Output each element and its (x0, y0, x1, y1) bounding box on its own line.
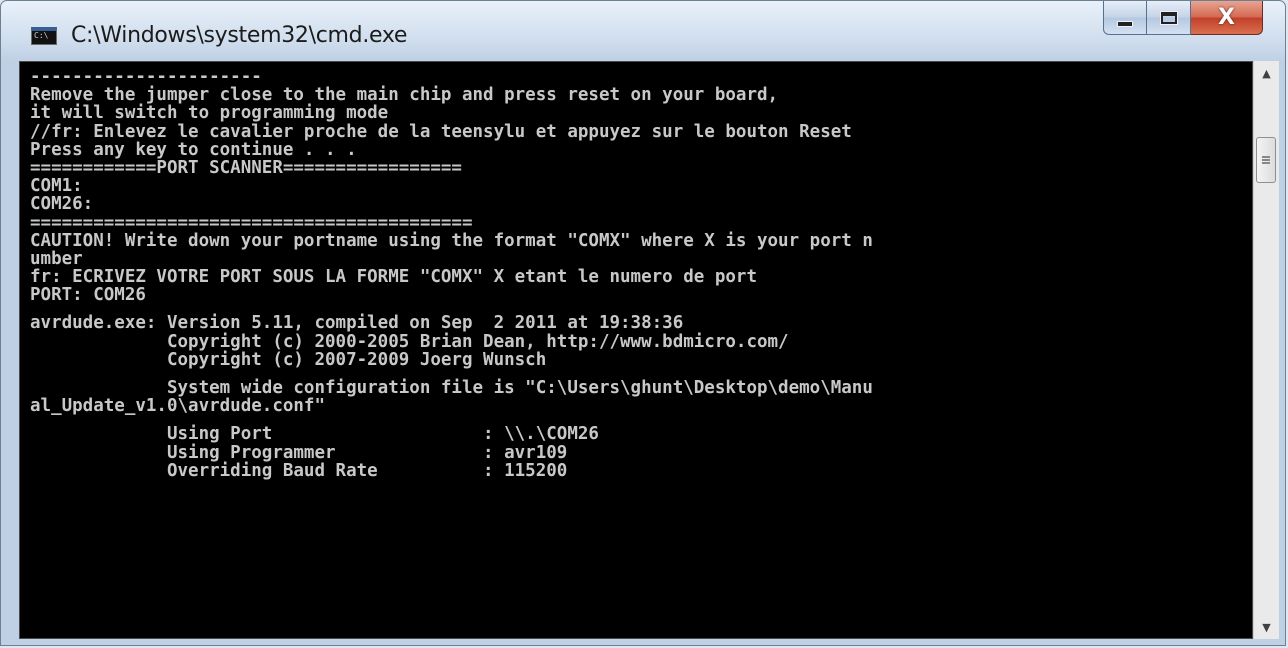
console-line: PORT: COM26 (30, 285, 146, 306)
console-text: ---------------------- Remove the jumper … (30, 68, 873, 480)
vertical-scrollbar[interactable]: ▲ ▼ (1253, 61, 1279, 639)
cmd-icon-caption: C:\ (34, 31, 49, 40)
scroll-down-icon: ▼ (1262, 620, 1271, 634)
console-line: //fr: Enlevez le cavalier proche de la t… (30, 121, 852, 142)
console-line: Remove the jumper close to the main chip… (30, 85, 779, 106)
close-icon: X (1218, 5, 1235, 30)
title-bar[interactable]: C:\ C:\Windows\system32\cmd.exe X (1, 1, 1285, 61)
console-line: Using Programmer : avr109 (30, 442, 568, 463)
scroll-down-button[interactable]: ▼ (1254, 615, 1279, 639)
scroll-up-button[interactable]: ▲ (1254, 61, 1279, 85)
console-line: Copyright (c) 2007-2009 Joerg Wunsch (30, 349, 547, 370)
console-line: al_Update_v1.0\avrdude.conf" (30, 396, 326, 417)
console-line: ---------------------- (30, 67, 262, 87)
console-line: System wide configuration file is "C:\Us… (30, 378, 873, 398)
console-line: it will switch to programming mode (30, 103, 389, 124)
console-line: Copyright (c) 2000-2005 Brian Dean, http… (30, 331, 789, 352)
close-button[interactable]: X (1191, 1, 1263, 35)
console-line: COM1: (30, 176, 83, 197)
cmd-icon[interactable]: C:\ (31, 27, 57, 45)
console-line: Press any key to continue . . . (30, 139, 357, 160)
window-title: C:\Windows\system32\cmd.exe (71, 23, 408, 48)
cmd-window: C:\ C:\Windows\system32\cmd.exe X ------… (0, 0, 1286, 646)
console-line: umber (30, 248, 83, 269)
console-line: ========================================… (30, 212, 473, 233)
console-line: ============PORT SCANNER================… (30, 157, 462, 178)
console-line: Using Port : \\.\COM26 (30, 424, 599, 445)
grip-icon (1262, 156, 1270, 164)
maximize-button[interactable] (1147, 1, 1191, 35)
console-output[interactable]: ---------------------- Remove the jumper … (19, 61, 1253, 639)
scroll-up-icon: ▲ (1262, 66, 1271, 80)
console-line: Overriding Baud Rate : 115200 (30, 460, 568, 481)
console-line: COM26: (30, 194, 94, 215)
console-line: fr: ECRIVEZ VOTRE PORT SOUS LA FORME "CO… (30, 267, 757, 288)
maximize-icon (1159, 10, 1178, 25)
caption-buttons: X (1103, 1, 1263, 35)
scroll-thumb[interactable] (1256, 137, 1276, 183)
minimize-icon (1117, 20, 1133, 27)
minimize-button[interactable] (1103, 1, 1147, 35)
console-line: avrdude.exe: Version 5.11, compiled on S… (30, 313, 684, 334)
console-line: CAUTION! Write down your portname using … (30, 230, 873, 251)
